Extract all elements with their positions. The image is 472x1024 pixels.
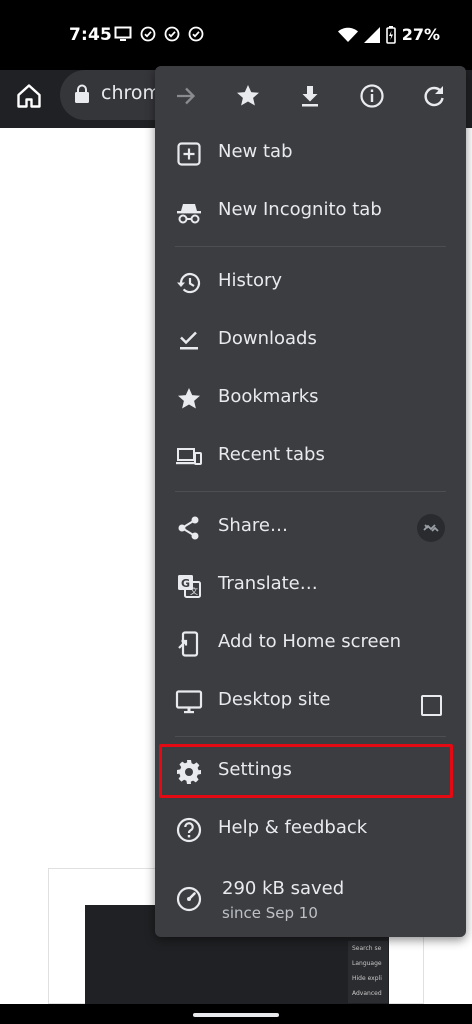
menu-item-label: New tab — [218, 141, 293, 162]
battery-percent: 27% — [401, 25, 440, 44]
menu-item-downloads[interactable]: Downloads — [155, 312, 466, 370]
menu-item-label: Downloads — [218, 328, 317, 349]
svg-text:G: G — [181, 577, 190, 590]
nearby-share-icon — [423, 524, 439, 532]
preview-menu-line: Hide expli — [352, 975, 382, 982]
check-circle-icon — [140, 26, 156, 42]
menu-item-data-saver[interactable]: 290 kB saved since Sep 10 — [155, 867, 466, 933]
menu-item-history[interactable]: History — [155, 254, 466, 312]
home-gesture-pill[interactable] — [193, 1013, 279, 1017]
menu-item-label: Help & feedback — [218, 817, 368, 838]
menu-item-desktop-site[interactable]: Desktop site — [155, 673, 466, 731]
translate-icon: G文 — [178, 575, 201, 598]
navigation-bar — [0, 1004, 472, 1024]
menu-item-translate[interactable]: G文 Translate… — [155, 557, 466, 615]
settings-highlight-box — [159, 744, 453, 798]
reload-icon[interactable] — [420, 82, 448, 110]
preview-side-menu: Search se Language Hide expli Advanced — [348, 941, 388, 1003]
menu-item-bookmarks[interactable]: Bookmarks — [155, 370, 466, 428]
menu-item-label: History — [218, 270, 283, 291]
share-icon — [178, 516, 199, 540]
screen-cast-icon — [114, 26, 132, 41]
download-icon[interactable] — [296, 82, 324, 110]
menu-item-label: Add to Home screen — [218, 631, 402, 652]
menu-divider — [175, 246, 446, 247]
preview-menu-line: Advanced — [352, 990, 382, 997]
wifi-icon — [337, 27, 358, 42]
new-tab-icon — [177, 142, 201, 166]
menu-divider — [175, 491, 446, 492]
check-circle-icon — [164, 26, 180, 42]
status-time: 7:45 — [69, 25, 113, 45]
menu-divider — [175, 736, 446, 737]
url-text: chrom — [101, 82, 162, 104]
check-circle-icon — [188, 26, 204, 42]
speedometer-icon — [176, 886, 202, 912]
menu-item-label: Desktop site — [218, 689, 331, 710]
lock-icon — [75, 84, 89, 103]
menu-item-add-to-home-screen[interactable]: Add to Home screen — [155, 615, 466, 673]
menu-item-label: Share… — [218, 515, 288, 536]
help-icon — [176, 817, 202, 843]
preview-menu-line: Language — [352, 960, 382, 967]
preview-menu-line: Search se — [352, 945, 382, 952]
desktop-site-checkbox[interactable] — [421, 695, 442, 716]
bookmarks-star-icon — [178, 388, 200, 409]
overflow-menu: New tab New Incognito tab History Downlo… — [155, 66, 466, 937]
data-saved-since: since Sep 10 — [222, 904, 318, 922]
desktop-icon — [175, 690, 203, 714]
bookmark-star-icon[interactable] — [234, 82, 262, 110]
menu-item-new-incognito-tab[interactable]: New Incognito tab — [155, 183, 466, 241]
menu-item-label: New Incognito tab — [218, 199, 382, 220]
menu-item-label: Recent tabs — [218, 444, 325, 465]
menu-item-label: Bookmarks — [218, 386, 319, 407]
signal-icon — [363, 26, 380, 43]
menu-item-new-tab[interactable]: New tab — [155, 125, 466, 183]
home-icon[interactable] — [15, 82, 43, 110]
add-to-home-icon — [178, 631, 199, 657]
svg-text:文: 文 — [190, 586, 198, 596]
forward-icon[interactable] — [172, 82, 200, 110]
history-icon — [177, 273, 201, 294]
downloads-icon — [180, 331, 198, 350]
share-target-button[interactable] — [417, 514, 445, 542]
status-bar: 7:45 27% — [0, 0, 472, 70]
info-icon[interactable] — [358, 82, 386, 110]
menu-item-label: Translate… — [218, 573, 318, 594]
battery-charging-icon — [385, 25, 396, 44]
recent-tabs-icon — [176, 448, 202, 465]
menu-item-share[interactable]: Share… — [155, 499, 466, 557]
incognito-icon — [177, 204, 201, 224]
menu-item-help-feedback[interactable]: Help & feedback — [155, 801, 466, 859]
menu-action-row — [155, 66, 466, 126]
data-saved-amount: 290 kB saved — [222, 878, 345, 899]
menu-item-recent-tabs[interactable]: Recent tabs — [155, 428, 466, 486]
